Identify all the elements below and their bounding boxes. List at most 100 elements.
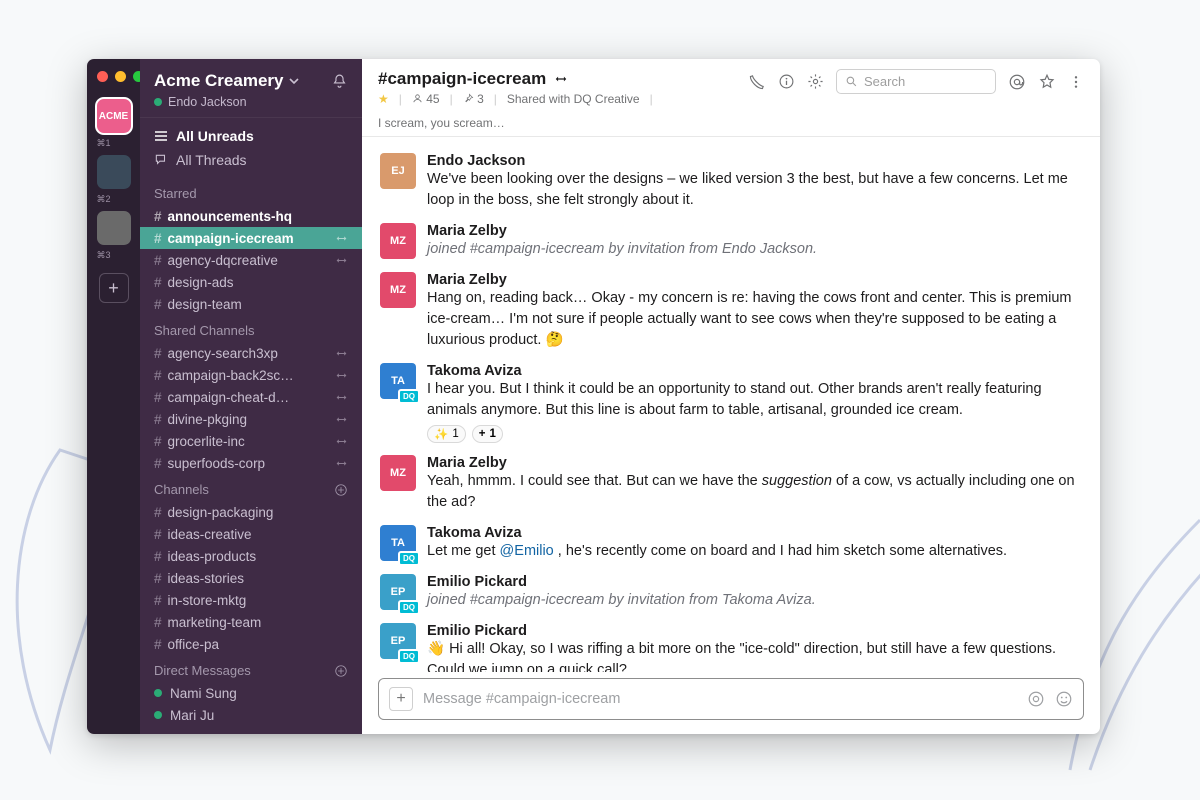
settings-icon[interactable] xyxy=(807,73,824,90)
hash-icon: # xyxy=(154,209,162,224)
bookmark-star-icon[interactable] xyxy=(1038,73,1056,91)
message-author[interactable]: Takoma Aviza xyxy=(427,525,1082,541)
message-author[interactable]: Maria Zelby xyxy=(427,272,1082,288)
user-mention[interactable]: @Emilio xyxy=(500,543,554,559)
emoji-button-icon[interactable] xyxy=(1055,690,1073,708)
channel-title[interactable]: #campaign-icecream xyxy=(378,69,735,89)
avatar[interactable]: MZ xyxy=(380,455,416,491)
channel-item[interactable]: #design-ads xyxy=(140,271,362,293)
call-icon[interactable] xyxy=(749,73,766,90)
channel-item[interactable]: #superfoods-corp xyxy=(140,452,362,474)
section-dms-header[interactable]: Direct Messages xyxy=(140,655,362,682)
presence-dot-icon xyxy=(154,98,162,106)
shared-with-label[interactable]: Shared with DQ Creative xyxy=(507,92,640,106)
minimize-window-icon[interactable] xyxy=(115,71,126,82)
presence-dot-icon xyxy=(154,711,162,719)
channel-item[interactable]: #grocerlite-inc xyxy=(140,430,362,452)
more-icon[interactable] xyxy=(1068,74,1084,90)
avatar[interactable]: EPDQ xyxy=(380,623,416,659)
reaction-chip[interactable]: ✨ 1 xyxy=(427,425,466,443)
avatar[interactable]: MZ xyxy=(380,223,416,259)
message-author[interactable]: Emilio Pickard xyxy=(427,623,1082,639)
org-badge: DQ xyxy=(398,389,420,404)
workspace-tile[interactable] xyxy=(97,155,131,189)
channel-name: ideas-stories xyxy=(168,571,245,586)
message-author[interactable]: Maria Zelby xyxy=(427,455,1082,471)
hash-icon: # xyxy=(154,549,162,564)
org-badge: DQ xyxy=(398,551,420,566)
channel-name: campaign-back2sc… xyxy=(168,368,294,383)
channel-item[interactable]: #in-store-mktg xyxy=(140,589,362,611)
add-dm-icon[interactable] xyxy=(334,664,348,678)
star-icon[interactable]: ★ xyxy=(378,92,389,106)
search-input[interactable]: Search xyxy=(836,69,996,94)
message-author[interactable]: Endo Jackson xyxy=(427,153,1082,169)
channel-item[interactable]: #agency-dqcreative xyxy=(140,249,362,271)
channel-name: agency-dqcreative xyxy=(168,253,278,268)
chevron-down-icon xyxy=(289,76,299,86)
message-author[interactable]: Maria Zelby xyxy=(427,223,1082,239)
channel-item[interactable]: #divine-pkging xyxy=(140,408,362,430)
attach-button[interactable]: + xyxy=(389,687,413,711)
message-text: We've been looking over the designs – we… xyxy=(427,169,1082,211)
channel-item[interactable]: #agency-search3xp xyxy=(140,342,362,364)
workspace-tile[interactable] xyxy=(97,211,131,245)
message-composer[interactable]: + Message #campaign-icecream xyxy=(378,678,1084,720)
info-icon[interactable] xyxy=(778,73,795,90)
section-shared-header[interactable]: Shared Channels xyxy=(140,315,362,342)
message-text: 👋 Hi all! Okay, so I was riffing a bit m… xyxy=(427,639,1082,672)
message-text: Let me get @Emilio , he's recently come … xyxy=(427,541,1082,562)
person-icon xyxy=(412,93,423,104)
all-unreads-link[interactable]: All Unreads xyxy=(140,124,362,148)
avatar[interactable]: TADQ xyxy=(380,525,416,561)
mention-button-icon[interactable] xyxy=(1027,690,1045,708)
message-list[interactable]: EJ Endo JacksonWe've been looking over th… xyxy=(362,137,1100,672)
close-window-icon[interactable] xyxy=(97,71,108,82)
channel-item[interactable]: #campaign-icecream xyxy=(140,227,362,249)
channel-item[interactable]: #campaign-cheat-d… xyxy=(140,386,362,408)
hash-icon: # xyxy=(154,390,162,405)
team-header[interactable]: Acme Creamery Endo Jackson xyxy=(140,59,362,117)
section-channels-header[interactable]: Channels xyxy=(140,474,362,501)
dm-item[interactable]: Nami Sung xyxy=(140,682,362,704)
notifications-icon[interactable] xyxy=(331,73,348,90)
message-author[interactable]: Emilio Pickard xyxy=(427,574,1082,590)
hash-icon: # xyxy=(154,527,162,542)
channel-item[interactable]: # ideas-creative xyxy=(140,523,362,545)
channel-item[interactable]: #design-team xyxy=(140,293,362,315)
message: MZMaria Zelbyjoined #campaign-icecream b… xyxy=(380,217,1082,266)
avatar[interactable]: MZ xyxy=(380,272,416,308)
member-count[interactable]: 45 xyxy=(412,92,440,106)
channel-name: ideas-creative xyxy=(168,527,252,542)
shared-channel-icon xyxy=(335,457,348,470)
channel-item[interactable]: #design-packaging xyxy=(140,501,362,523)
presence-dot-icon xyxy=(154,689,162,697)
message: TADQ Takoma AvizaLet me get @Emilio , he'… xyxy=(380,519,1082,568)
hash-icon: # xyxy=(154,412,162,427)
add-channel-icon[interactable] xyxy=(334,483,348,497)
mentions-icon[interactable] xyxy=(1008,73,1026,91)
avatar[interactable]: TADQ xyxy=(380,363,416,399)
channel-item[interactable]: #office-pa xyxy=(140,633,362,655)
hash-icon: # xyxy=(154,297,162,312)
hash-icon: # xyxy=(154,571,162,586)
add-workspace-button[interactable]: + xyxy=(99,273,129,303)
workspace-tile[interactable]: ACME xyxy=(97,99,131,133)
channel-item[interactable]: # ideas-stories xyxy=(140,567,362,589)
add-reaction-button[interactable]: + 1 xyxy=(472,425,503,443)
section-starred-header[interactable]: Starred xyxy=(140,178,362,205)
dm-item[interactable]: Mari Ju xyxy=(140,704,362,726)
avatar[interactable]: EPDQ xyxy=(380,574,416,610)
channel-item[interactable]: #announcements-hq xyxy=(140,205,362,227)
all-threads-link[interactable]: All Threads xyxy=(140,148,362,172)
pin-icon xyxy=(463,93,474,104)
channel-name: ideas-products xyxy=(168,549,257,564)
avatar[interactable]: EJ xyxy=(380,153,416,189)
channel-item[interactable]: # ideas-products xyxy=(140,545,362,567)
pin-count[interactable]: 3 xyxy=(463,92,484,106)
channel-topic[interactable]: I scream, you scream… xyxy=(378,116,505,130)
channel-name: in-store-mktg xyxy=(168,593,247,608)
message-author[interactable]: Takoma Aviza xyxy=(427,363,1082,379)
channel-item[interactable]: #marketing-team xyxy=(140,611,362,633)
channel-item[interactable]: #campaign-back2sc… xyxy=(140,364,362,386)
